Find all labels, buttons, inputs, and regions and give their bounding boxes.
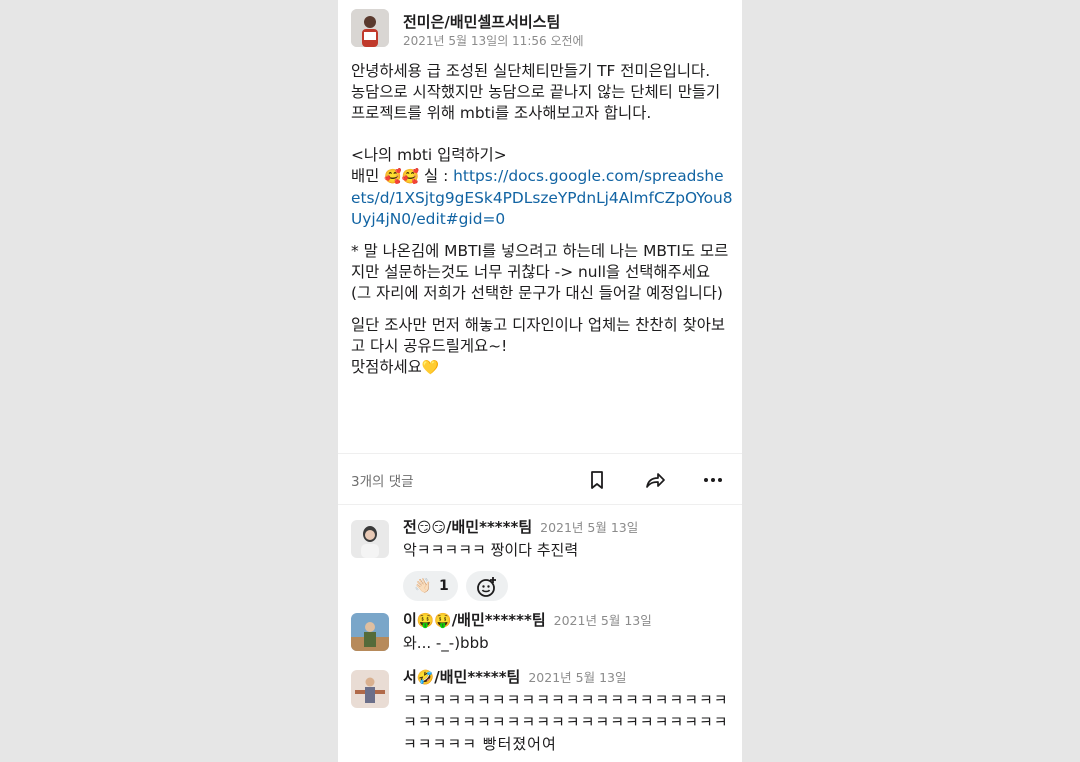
link-prefix: 배민: [351, 167, 380, 185]
post-closing-1: 일단 조사만 먼저 해놓고 디자인이나 업체는 찬찬히 찾아보고 다시 공유드릴…: [351, 316, 726, 355]
comment-author-name: 서: [403, 668, 417, 686]
section-title: <나의 mbti 입력하기>: [351, 146, 507, 164]
post-closing-2: 맛점하세요: [351, 358, 422, 376]
post-note: * 말 나온김에 MBTI를 넣으려고 하는데 나는 MBTI도 모르지만 설문…: [351, 242, 729, 302]
reaction-clap[interactable]: 👋🏻 1: [403, 571, 458, 601]
comment-text: 악ㅋㅋㅋㅋㅋ 짱이다 추진력: [403, 541, 579, 559]
comment-avatar[interactable]: [351, 670, 389, 708]
comment-author-team: /배민*****팀: [434, 668, 521, 686]
smirking-face-icon: 😏😏: [416, 520, 447, 536]
comment-author[interactable]: 전😏😏/배민*****팀 2021년 5월 13일: [403, 516, 638, 537]
comment-date[interactable]: 2021년 5월 13일: [540, 520, 638, 535]
comment-author-name: 이: [403, 611, 417, 629]
reaction-count: 1: [439, 578, 449, 594]
comment-author-name: 전: [403, 518, 417, 536]
money-mouth-face-icon: 🤑🤑: [416, 613, 452, 629]
yellow-heart-icon: 💛: [421, 360, 440, 376]
post-timestamp[interactable]: 2021년 5월 13일의 11:56 오전에: [403, 32, 584, 49]
post-actions: 3개의 댓글: [338, 458, 742, 502]
comment-author[interactable]: 이🤑🤑/배민******팀 2021년 5월 13일: [403, 609, 652, 630]
add-reaction-button[interactable]: [466, 571, 508, 601]
rolling-on-floor-laughing-icon: 🤣: [416, 670, 435, 686]
comment-text: 와... -_-)bbb: [403, 634, 489, 652]
comment-author-team: /배민*****팀: [446, 518, 533, 536]
thread-panel: 전미은/배민셀프서비스팀 2021년 5월 13일의 11:56 오전에 안녕하…: [338, 0, 742, 762]
link-line: 배민 🥰🥰 실 : https://docs.google.com/spread…: [351, 166, 733, 230]
comment-date[interactable]: 2021년 5월 13일: [528, 670, 626, 685]
post-line-2: 농담으로 시작했지만 농담으로 끝나지 않는 단체티 만들기 프로젝트를 위해 …: [351, 83, 721, 122]
post-line-1: 안녕하세용 급 조성된 실단체티만들기 TF 전미은입니다.: [351, 62, 711, 80]
post-closing-2-line: 맛점하세요💛: [351, 357, 733, 379]
comment-item: 전😏😏/배민*****팀 2021년 5월 13일 악ㅋㅋㅋㅋㅋ 짱이다 추진력 …: [351, 516, 736, 606]
comment-item: 이🤑🤑/배민******팀 2021년 5월 13일 와... -_-)bbb: [351, 609, 736, 661]
link-prefix-2: 실 :: [424, 167, 449, 185]
post-header: 전미은/배민셀프서비스팀 2021년 5월 13일의 11:56 오전에: [351, 9, 731, 49]
comment-avatar[interactable]: [351, 613, 389, 651]
comment-author-team: /배민******팀: [451, 611, 546, 629]
post-author[interactable]: 전미은/배민셀프서비스팀: [403, 11, 560, 32]
smiling-face-with-hearts-icon: 🥰🥰: [384, 169, 420, 185]
waving-hand-icon: 👋🏻: [414, 578, 432, 594]
comment-count[interactable]: 3개의 댓글: [351, 470, 414, 490]
comment-date[interactable]: 2021년 5월 13일: [554, 613, 652, 628]
post-body: 안녕하세용 급 조성된 실단체티만들기 TF 전미은입니다. 농담으로 시작했지…: [351, 61, 733, 379]
add-reaction-icon: [477, 577, 496, 597]
share-icon[interactable]: [643, 468, 667, 492]
comment-text: ㅋㅋㅋㅋㅋㅋㅋㅋㅋㅋㅋㅋㅋㅋㅋㅋㅋㅋㅋㅋㅋㅋㅋㅋㅋㅋㅋㅋㅋㅋㅋㅋㅋㅋㅋㅋㅋㅋㅋㅋ…: [403, 691, 729, 753]
comment-item: 서🤣/배민*****팀 2021년 5월 13일 ㅋㅋㅋㅋㅋㅋㅋㅋㅋㅋㅋㅋㅋㅋㅋㅋ…: [351, 666, 736, 758]
bookmark-icon[interactable]: [585, 468, 609, 492]
divider: [338, 504, 742, 505]
divider: [338, 453, 742, 454]
more-icon[interactable]: [701, 468, 725, 492]
comment-avatar[interactable]: [351, 520, 389, 558]
author-avatar[interactable]: [351, 9, 389, 47]
comment-author[interactable]: 서🤣/배민*****팀 2021년 5월 13일: [403, 666, 626, 687]
